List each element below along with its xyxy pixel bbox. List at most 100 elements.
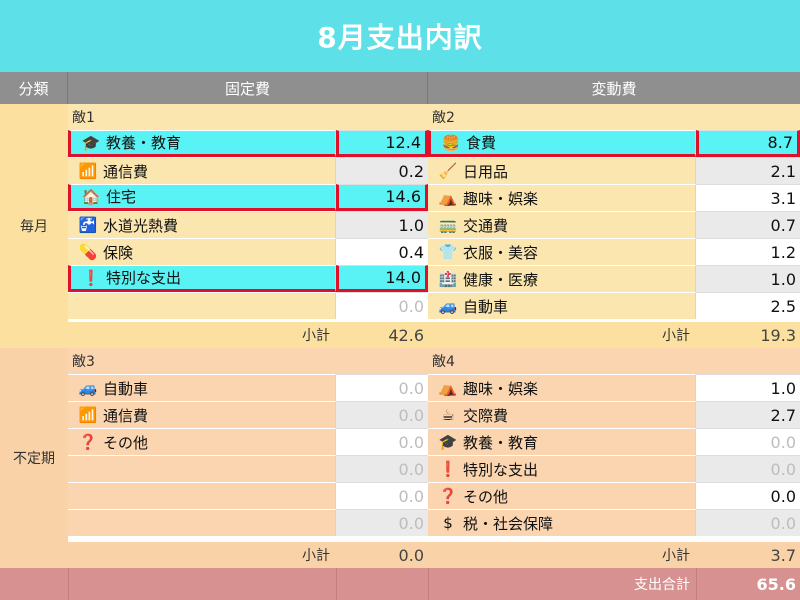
item-label: 衣服・美容 xyxy=(463,243,539,262)
row-value-s4_items-5: 0.0 xyxy=(696,509,800,536)
row-name-s2_items-0: 🍔 食費 xyxy=(428,130,696,157)
item-label: 教養・教育 xyxy=(463,433,539,452)
row-name-s3_items-1: 📶 通信費 xyxy=(68,401,336,428)
row-value-s3_items-3: 0.0 xyxy=(336,455,428,482)
row-name-s4_items-4: ❓ その他 xyxy=(428,482,696,509)
exclamation-icon: ❗ xyxy=(81,268,101,287)
row-value-s3_items-4: 0.0 xyxy=(336,482,428,509)
header-category: 分類 xyxy=(0,72,68,104)
item-label: 住宅 xyxy=(106,188,137,206)
row-name-s4_items-0: ⛺ 趣味・娯楽 xyxy=(428,374,696,401)
hospital-icon: 🏥 xyxy=(438,270,458,288)
item-label: 水道光熱費 xyxy=(103,216,179,235)
subtotal-label-4: 小計 xyxy=(428,541,696,568)
row-value-s3_items-1: 0.0 xyxy=(336,401,428,428)
item-label: 趣味・娯楽 xyxy=(463,379,539,398)
row-name-s2_items-1: 🧹 日用品 xyxy=(428,157,696,184)
section-title-3: 敵3 xyxy=(68,348,428,374)
header-fixed: 固定費 xyxy=(68,72,428,104)
subtotal-value-2: 19.3 xyxy=(696,321,800,348)
item-label: 趣味・娯楽 xyxy=(463,189,539,208)
row-value-s1_items-2: 14.6 xyxy=(336,184,428,211)
row-name-s2_items-6: 🚙 自動車 xyxy=(428,292,696,319)
row-value-s2_items-3: 0.7 xyxy=(696,211,800,238)
section-title-1: 敵1 xyxy=(68,104,428,130)
header-variable: 変動費 xyxy=(428,72,800,104)
row-name-s3_items-4 xyxy=(68,482,336,509)
item-label: 交際費 xyxy=(463,406,509,425)
subtotal-value-1: 42.6 xyxy=(336,321,428,348)
wifi-icon: 📶 xyxy=(78,406,98,424)
coffee-icon: ☕ xyxy=(441,406,455,424)
row-value-s1_items-5: 14.0 xyxy=(336,265,428,292)
item-label: 特別な支出 xyxy=(463,460,539,479)
pill-icon: 💊 xyxy=(78,243,98,261)
row-name-s2_items-4: 👕 衣服・美容 xyxy=(428,238,696,265)
item-label: 日用品 xyxy=(463,162,509,181)
item-label: 保険 xyxy=(103,243,134,262)
total-row-cell xyxy=(0,568,68,600)
row-value-s1_items-1: 0.2 xyxy=(336,157,428,184)
subtotal-label-2: 小計 xyxy=(428,321,696,348)
total-value: 65.6 xyxy=(696,568,800,600)
wifi-icon: 📶 xyxy=(78,162,98,180)
row-value-s2_items-0: 8.7 xyxy=(696,130,800,157)
subtotal-value-3: 0.0 xyxy=(336,541,428,568)
row-name-s4_items-1: ☕ 交際費 xyxy=(428,401,696,428)
row-value-s4_items-1: 2.7 xyxy=(696,401,800,428)
row-name-s3_items-5 xyxy=(68,509,336,536)
row-label-irregular: 不定期 xyxy=(0,348,68,568)
page-title: 8月支出内訳 xyxy=(317,21,483,54)
item-label: 自動車 xyxy=(103,379,149,398)
item-label: その他 xyxy=(103,433,149,452)
dollar-icon: $ xyxy=(443,514,453,532)
item-label: 食費 xyxy=(466,134,497,152)
row-value-s4_items-4: 0.0 xyxy=(696,482,800,509)
row-value-s3_items-2: 0.0 xyxy=(336,428,428,455)
row-value-s1_items-0: 12.4 xyxy=(336,130,428,157)
hamburger-icon: 🍔 xyxy=(441,133,461,152)
row-name-s1_items-2: 🏠 住宅 xyxy=(68,184,336,211)
row-name-s1_items-0: 🎓 教養・教育 xyxy=(68,130,336,157)
house-icon: 🏠 xyxy=(81,187,101,206)
row-name-s3_items-2: ❓ その他 xyxy=(68,428,336,455)
item-label: 自動車 xyxy=(463,297,509,316)
item-label: 通信費 xyxy=(103,406,149,425)
subtotal-label-3: 小計 xyxy=(68,541,336,568)
row-value-s2_items-1: 2.1 xyxy=(696,157,800,184)
item-label: 特別な支出 xyxy=(106,269,182,287)
row-value-s3_items-0: 0.0 xyxy=(336,374,428,401)
row-value-s1_items-4: 0.4 xyxy=(336,238,428,265)
train-icon: 🚃 xyxy=(438,216,458,234)
row-name-s1_items-4: 💊 保険 xyxy=(68,238,336,265)
graduation-cap-icon: 🎓 xyxy=(81,133,101,152)
row-name-s1_items-3: 🚰 水道光熱費 xyxy=(68,211,336,238)
row-name-s4_items-5: $ 税・社会保障 xyxy=(428,509,696,536)
row-name-s1_items-5: ❗ 特別な支出 xyxy=(68,265,336,292)
total-row-cell xyxy=(336,568,428,600)
tent-icon: ⛺ xyxy=(438,379,458,397)
row-value-s1_items-3: 1.0 xyxy=(336,211,428,238)
row-name-s3_items-0: 🚙 自動車 xyxy=(68,374,336,401)
section-title-2: 敵2 xyxy=(428,104,800,130)
row-name-s4_items-2: 🎓 教養・教育 xyxy=(428,428,696,455)
item-label: 交通費 xyxy=(463,216,509,235)
total-row-cell xyxy=(68,568,336,600)
graduation-cap-icon: 🎓 xyxy=(438,433,458,451)
row-value-s4_items-2: 0.0 xyxy=(696,428,800,455)
tent-icon: ⛺ xyxy=(438,189,458,207)
subtotal-value-4: 3.7 xyxy=(696,541,800,568)
faucet-icon: 🚰 xyxy=(78,216,98,234)
row-name-s2_items-2: ⛺ 趣味・娯楽 xyxy=(428,184,696,211)
item-label: 教養・教育 xyxy=(106,134,182,152)
car-icon: 🚙 xyxy=(438,297,458,315)
title-bar: 8月支出内訳 xyxy=(0,0,800,72)
exclamation-icon: ❗ xyxy=(438,460,458,478)
row-name-s4_items-3: ❗ 特別な支出 xyxy=(428,455,696,482)
question-icon: ❓ xyxy=(78,433,98,451)
question-icon: ❓ xyxy=(438,487,458,505)
item-label: 通信費 xyxy=(103,162,149,181)
row-name-s3_items-3 xyxy=(68,455,336,482)
shirt-icon: 👕 xyxy=(438,243,458,261)
item-label: 税・社会保障 xyxy=(463,514,554,533)
